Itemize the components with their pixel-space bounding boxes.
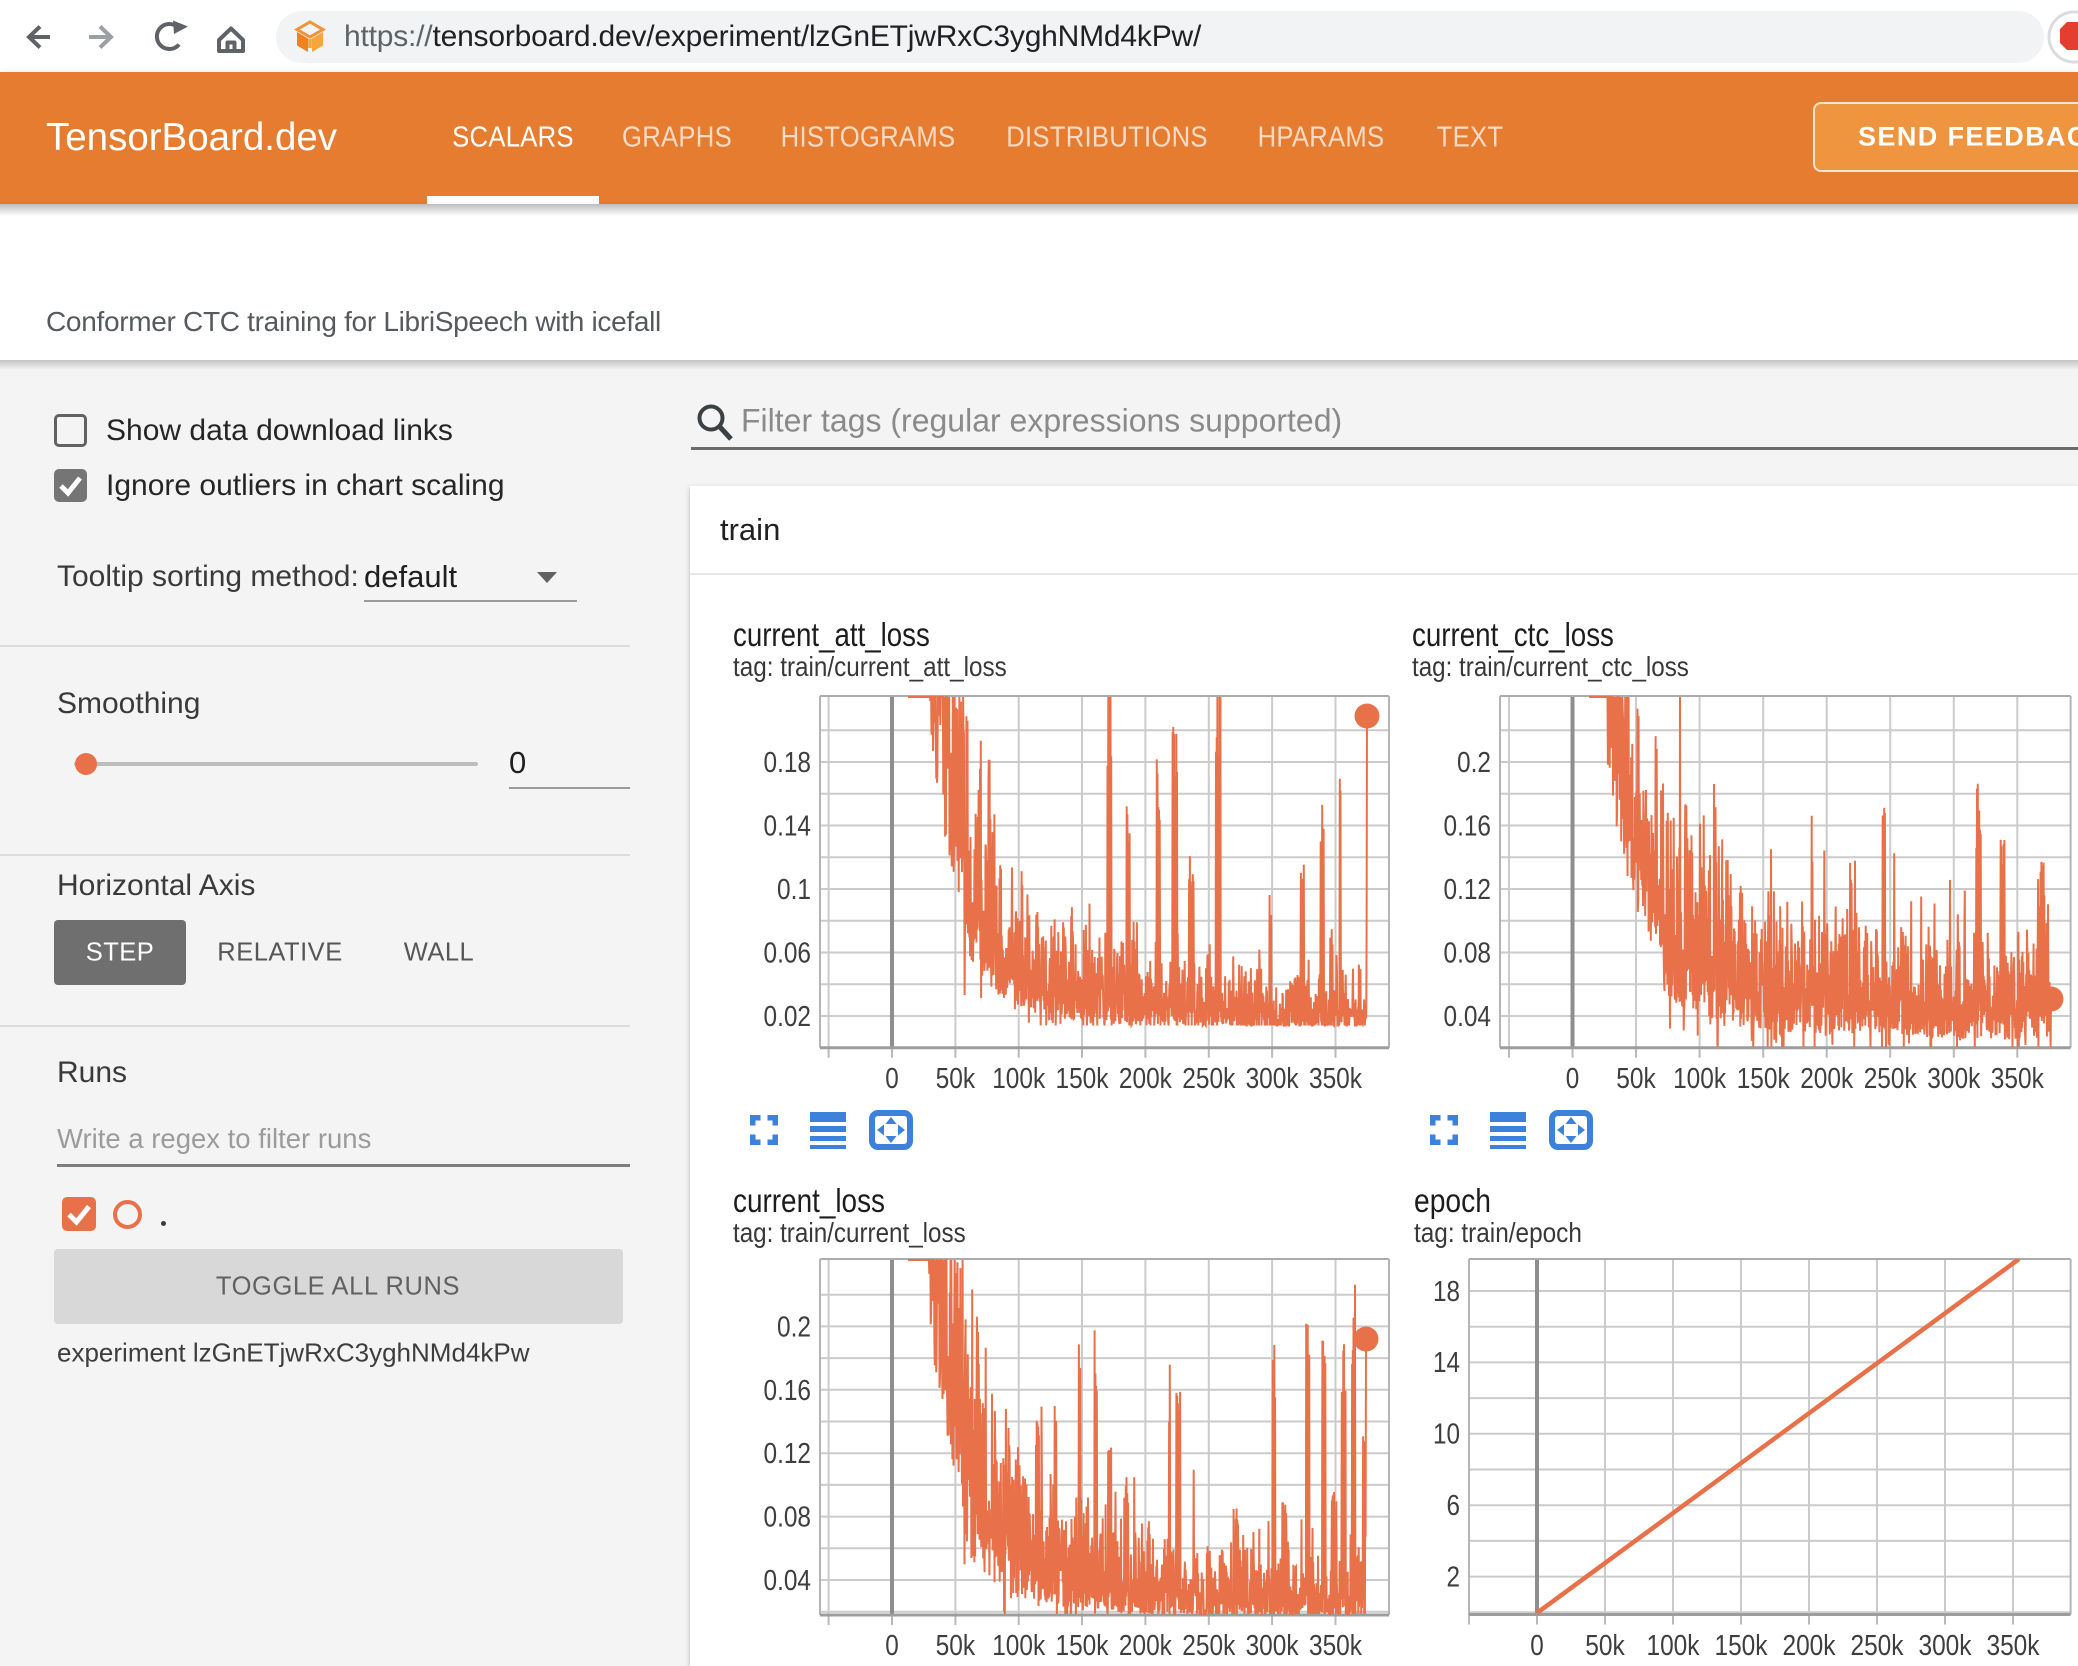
svg-text:350k: 350k (1309, 1629, 1363, 1661)
svg-text:0.12: 0.12 (763, 1437, 811, 1469)
svg-text:300k: 300k (1246, 1629, 1300, 1661)
svg-text:50k: 50k (1616, 1062, 1656, 1094)
svg-text:100k: 100k (992, 1062, 1046, 1094)
svg-text:50k: 50k (936, 1629, 976, 1661)
svg-text:350k: 350k (1991, 1062, 2045, 1094)
svg-text:tag: train/current_ctc_loss: tag: train/current_ctc_loss (1412, 650, 1689, 682)
svg-text:0.08: 0.08 (1443, 937, 1491, 969)
svg-text:6: 6 (1446, 1489, 1460, 1522)
svg-text:14: 14 (1433, 1346, 1460, 1379)
svg-text:2: 2 (1446, 1561, 1460, 1594)
svg-text:250k: 250k (1850, 1629, 1904, 1661)
svg-text:0.16: 0.16 (1443, 809, 1491, 841)
svg-text:tag: train/current_loss: tag: train/current_loss (733, 1216, 966, 1248)
svg-text:0.12: 0.12 (1443, 873, 1491, 905)
svg-text:200k: 200k (1800, 1062, 1854, 1094)
svg-text:current_ctc_loss: current_ctc_loss (1412, 617, 1614, 654)
svg-text:0: 0 (885, 1629, 899, 1662)
svg-text:300k: 300k (1927, 1062, 1981, 1094)
svg-text:100k: 100k (1646, 1629, 1700, 1661)
svg-text:50k: 50k (936, 1062, 976, 1094)
svg-text:200k: 200k (1782, 1629, 1836, 1661)
svg-text:0.06: 0.06 (763, 937, 811, 969)
svg-text:250k: 250k (1182, 1629, 1236, 1661)
svg-text:0: 0 (885, 1062, 899, 1095)
svg-text:10: 10 (1433, 1418, 1460, 1451)
svg-text:0: 0 (1530, 1629, 1544, 1662)
svg-text:0.2: 0.2 (777, 1310, 811, 1342)
svg-text:tag: train/epoch: tag: train/epoch (1414, 1216, 1582, 1248)
svg-text:0.1: 0.1 (777, 873, 811, 905)
svg-text:200k: 200k (1119, 1062, 1173, 1094)
svg-text:150k: 150k (1055, 1062, 1109, 1094)
svg-text:current_loss: current_loss (733, 1183, 885, 1220)
svg-text:350k: 350k (1309, 1062, 1363, 1094)
svg-text:150k: 150k (1055, 1629, 1109, 1661)
svg-text:150k: 150k (1737, 1062, 1791, 1094)
svg-text:300k: 300k (1918, 1629, 1972, 1661)
svg-text:0.04: 0.04 (763, 1564, 811, 1596)
svg-text:current_att_loss: current_att_loss (733, 617, 930, 654)
svg-text:0.16: 0.16 (763, 1374, 811, 1406)
svg-text:150k: 150k (1714, 1629, 1768, 1661)
svg-text:0.18: 0.18 (763, 746, 811, 778)
svg-text:50k: 50k (1585, 1629, 1625, 1661)
svg-text:0.2: 0.2 (1457, 746, 1491, 778)
svg-text:350k: 350k (1986, 1629, 2040, 1661)
svg-text:250k: 250k (1182, 1062, 1236, 1094)
svg-text:0: 0 (1566, 1062, 1580, 1095)
svg-text:18: 18 (1433, 1275, 1460, 1308)
svg-text:0.02: 0.02 (763, 1000, 811, 1032)
svg-text:tag: train/current_att_loss: tag: train/current_att_loss (733, 650, 1007, 682)
svg-text:0.04: 0.04 (1443, 1000, 1491, 1032)
svg-text:epoch: epoch (1414, 1182, 1491, 1220)
svg-text:200k: 200k (1119, 1629, 1173, 1661)
svg-text:300k: 300k (1246, 1062, 1300, 1094)
svg-text:250k: 250k (1864, 1062, 1918, 1094)
svg-text:100k: 100k (1673, 1062, 1727, 1094)
svg-text:0.14: 0.14 (763, 809, 811, 841)
svg-text:100k: 100k (992, 1629, 1046, 1661)
svg-text:0.08: 0.08 (763, 1501, 811, 1533)
